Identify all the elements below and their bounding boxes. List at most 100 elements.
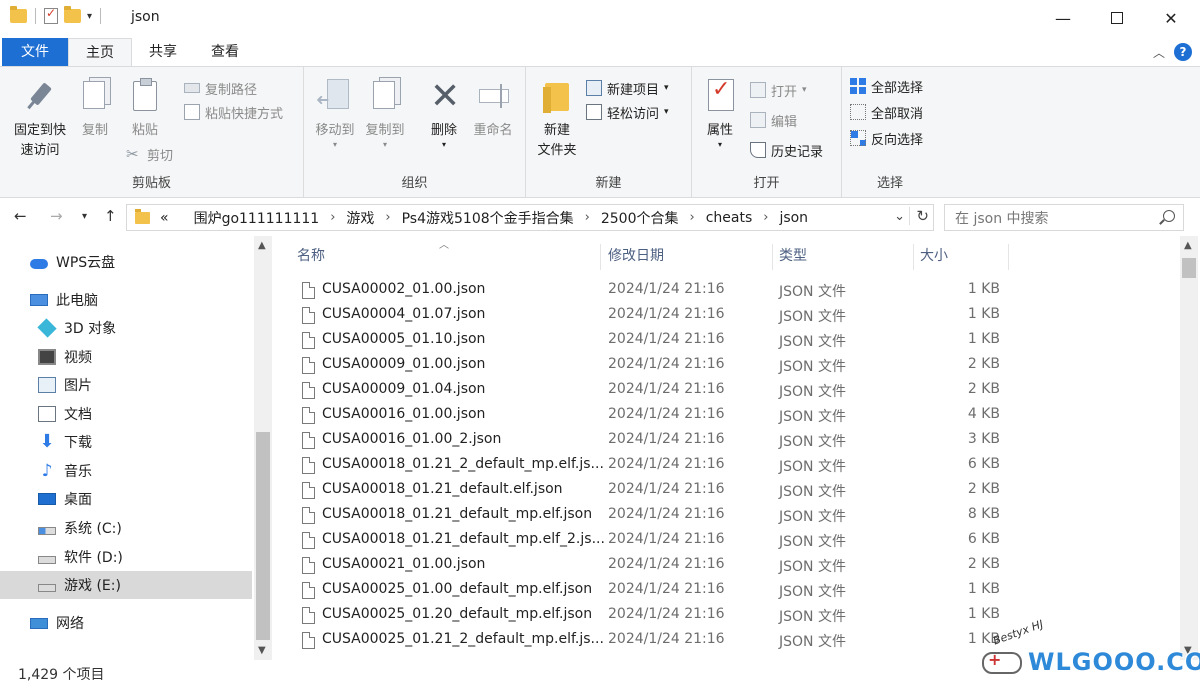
- nav-item-videos[interactable]: 视频: [0, 343, 252, 371]
- breadcrumb-separator[interactable]: ›: [330, 210, 335, 225]
- file-date: 2024/1/24 21:16: [608, 606, 725, 622]
- table-row[interactable]: CUSA00018_01.21_default_mp.elf_2.js... 20…: [292, 528, 1172, 553]
- breadcrumb-separator[interactable]: ›: [689, 210, 694, 225]
- back-arrow-icon[interactable]: ←: [14, 207, 27, 225]
- delete-button[interactable]: ✕ 删除 ▾: [422, 75, 466, 149]
- refresh-icon[interactable]: ↻: [909, 207, 929, 225]
- customize-toolbar-dropdown-icon[interactable]: ▾: [87, 11, 92, 22]
- forward-arrow-icon[interactable]: →: [50, 207, 63, 225]
- table-row[interactable]: CUSA00025_01.00_default_mp.elf.json 2024/…: [292, 578, 1172, 603]
- copy-path-label: 复制路径: [205, 82, 258, 98]
- scroll-down-icon[interactable]: ▼: [1184, 645, 1192, 656]
- cut-button[interactable]: ✂ 剪切: [126, 143, 173, 165]
- collapse-ribbon-icon[interactable]: ︿: [1153, 44, 1165, 61]
- history-button[interactable]: 历史记录: [750, 139, 823, 161]
- table-row[interactable]: CUSA00025_01.20_default_mp.elf.json 2024/…: [292, 603, 1172, 628]
- column-header-name[interactable]: 名称: [291, 244, 601, 270]
- scroll-up-icon[interactable]: ▲: [1184, 240, 1192, 251]
- minimize-button[interactable]: —: [1036, 0, 1090, 36]
- nav-item-3d-objects[interactable]: 3D 对象: [0, 314, 252, 342]
- nav-item-downloads[interactable]: ⬇ 下载: [0, 428, 252, 456]
- tab-view[interactable]: 查看: [194, 38, 256, 66]
- table-row[interactable]: CUSA00021_01.00.json 2024/1/24 21:16 JSON …: [292, 553, 1172, 578]
- paste-shortcut-button[interactable]: 粘贴快捷方式: [184, 101, 283, 123]
- breadcrumb-item[interactable]: cheats: [706, 210, 753, 226]
- open-button[interactable]: 打开 ▾: [750, 79, 807, 101]
- breadcrumb-item[interactable]: json: [779, 210, 808, 226]
- table-row[interactable]: CUSA00016_01.00_2.json 2024/1/24 21:16 JSO…: [292, 428, 1172, 453]
- recent-locations-icon[interactable]: ▾: [82, 211, 87, 222]
- breadcrumb-separator[interactable]: ›: [385, 210, 390, 225]
- close-button[interactable]: ✕: [1144, 0, 1198, 36]
- chevron-down-icon[interactable]: ⌄: [894, 209, 905, 224]
- search-box[interactable]: 在 json 中搜索: [944, 204, 1184, 231]
- table-row[interactable]: CUSA00025_01.21_2_default_mp.elf.js... 20…: [292, 628, 1172, 653]
- breadcrumb-item[interactable]: 游戏: [346, 208, 374, 228]
- copy-button[interactable]: 复制: [72, 75, 118, 141]
- table-row[interactable]: CUSA00018_01.21_default.elf.json 2024/1/2…: [292, 478, 1172, 503]
- nav-item-documents[interactable]: 文档: [0, 400, 252, 428]
- properties-icon[interactable]: [44, 6, 58, 24]
- paste-button[interactable]: 粘贴: [120, 75, 170, 141]
- properties-icon: [702, 77, 738, 117]
- breadcrumb-item[interactable]: 2500个合集: [601, 208, 679, 228]
- table-row[interactable]: CUSA00018_01.21_2_default_mp.elf.js... 20…: [292, 453, 1172, 478]
- select-all-button[interactable]: 全部选择: [850, 75, 923, 97]
- column-header-type[interactable]: 类型: [773, 244, 914, 270]
- column-header-date[interactable]: 修改日期: [602, 244, 773, 270]
- rename-button[interactable]: 重命名: [468, 75, 518, 141]
- scrollbar-thumb[interactable]: [1182, 258, 1196, 278]
- new-item-button[interactable]: 新建项目 ▾: [586, 77, 669, 99]
- breadcrumb-overflow[interactable]: «: [160, 210, 169, 226]
- edit-button[interactable]: 编辑: [750, 109, 797, 131]
- table-row[interactable]: CUSA00018_01.21_default_mp.elf.json 2024/…: [292, 503, 1172, 528]
- table-row[interactable]: CUSA00002_01.00.json 2024/1/24 21:16 JSON …: [292, 278, 1172, 303]
- nav-item-drive-e[interactable]: 游戏 (E:): [0, 571, 252, 599]
- nav-item-pictures[interactable]: 图片: [0, 371, 252, 399]
- maximize-icon: [1111, 12, 1123, 24]
- nav-item-drive-d[interactable]: 软件 (D:): [0, 543, 252, 571]
- breadcrumb-separator[interactable]: ›: [763, 210, 768, 225]
- nav-item-desktop[interactable]: 桌面: [0, 485, 252, 513]
- scrollbar-thumb[interactable]: [256, 432, 270, 640]
- table-row[interactable]: CUSA00009_01.04.json 2024/1/24 21:16 JSON …: [292, 378, 1172, 403]
- scroll-up-icon[interactable]: ▲: [258, 240, 266, 251]
- column-header-size[interactable]: 大小: [914, 244, 1009, 270]
- up-arrow-icon[interactable]: ↑: [104, 207, 117, 225]
- divider: [100, 8, 102, 24]
- properties-button[interactable]: 属性 ▾: [698, 75, 742, 149]
- nav-item-music[interactable]: ♪ 音乐: [0, 457, 252, 485]
- easy-access-button[interactable]: 轻松访问 ▾: [586, 101, 669, 123]
- nav-scrollbar[interactable]: ▲ ▼: [254, 236, 272, 660]
- breadcrumb-item[interactable]: 围炉go111111111: [194, 208, 320, 228]
- maximize-button[interactable]: [1090, 0, 1144, 36]
- nav-item-wps-cloud[interactable]: WPS云盘: [0, 248, 252, 276]
- new-folder-button[interactable]: 新建 文件夹: [532, 75, 582, 161]
- invert-selection-button[interactable]: 反向选择: [850, 127, 923, 149]
- nav-item-this-pc[interactable]: 此电脑: [0, 286, 252, 314]
- file-name: CUSA00018_01.21_2_default_mp.elf.js...: [322, 456, 604, 472]
- table-row[interactable]: CUSA00009_01.00.json 2024/1/24 21:16 JSON …: [292, 353, 1172, 378]
- file-list-scrollbar[interactable]: ▲ ▼: [1180, 236, 1198, 660]
- table-row[interactable]: CUSA00004_01.07.json 2024/1/24 21:16 JSON …: [292, 303, 1172, 328]
- tab-share[interactable]: 共享: [132, 38, 194, 66]
- scroll-down-icon[interactable]: ▼: [258, 645, 266, 656]
- copy-to-button[interactable]: 复制到 ▾: [360, 75, 410, 149]
- pin-to-quick-access-button[interactable]: 固定到快 速访问: [8, 75, 72, 161]
- tab-home[interactable]: 主页: [68, 38, 132, 66]
- nav-item-network[interactable]: 网络: [0, 609, 252, 637]
- nav-item-drive-c[interactable]: 系统 (C:): [0, 514, 252, 542]
- table-row[interactable]: CUSA00016_01.00.json 2024/1/24 21:16 JSON …: [292, 403, 1172, 428]
- breadcrumb-item[interactable]: Ps4游戏5108个金手指合集: [402, 208, 574, 228]
- table-row[interactable]: CUSA00005_01.10.json 2024/1/24 21:16 JSON …: [292, 328, 1172, 353]
- breadcrumb-separator[interactable]: ›: [585, 210, 590, 225]
- address-bar[interactable]: « 围炉go111111111 › 游戏 › Ps4游戏5108个金手指合集 ›…: [126, 204, 934, 231]
- help-icon[interactable]: ?: [1174, 43, 1192, 61]
- copy-path-button[interactable]: 复制路径: [184, 77, 257, 99]
- select-none-button[interactable]: 全部取消: [850, 101, 923, 123]
- file-name: CUSA00025_01.00_default_mp.elf.json: [322, 581, 593, 597]
- new-folder-icon[interactable]: [64, 6, 81, 23]
- move-to-button[interactable]: 移动到 ▾: [310, 75, 360, 149]
- search-input[interactable]: 在 json 中搜索: [955, 208, 1049, 228]
- tab-file[interactable]: 文件: [2, 38, 68, 66]
